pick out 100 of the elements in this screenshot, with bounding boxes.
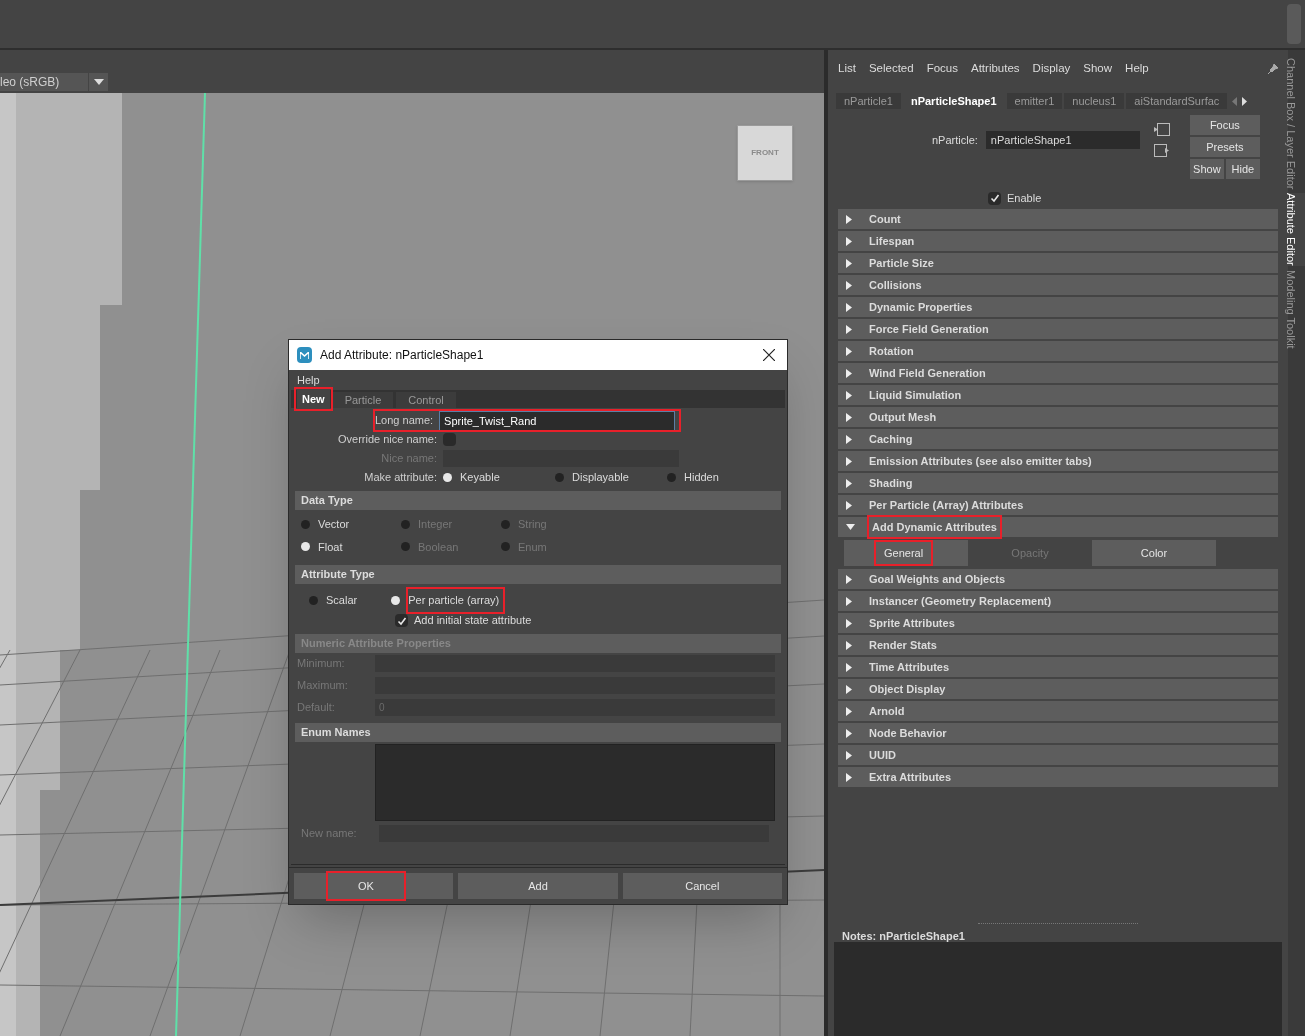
radio-button[interactable] bbox=[301, 542, 310, 552]
section-title: Instancer (Geometry Replacement) bbox=[868, 593, 1053, 609]
tab[interactable]: New bbox=[297, 390, 330, 408]
radio-button[interactable] bbox=[301, 519, 310, 529]
side-tab[interactable]: Attribute Editor bbox=[1288, 193, 1305, 267]
editor-button[interactable]: Show bbox=[1189, 159, 1224, 179]
section-header[interactable]: Caching bbox=[838, 429, 1278, 449]
section-title: Wind Field Generation bbox=[868, 365, 987, 381]
section-title: Liquid Simulation bbox=[868, 387, 963, 403]
field-label: Override nice name: bbox=[336, 432, 438, 448]
section-title: Collisions bbox=[868, 277, 923, 293]
section-header[interactable]: Force Field Generation bbox=[838, 319, 1278, 339]
radio-label: Vector bbox=[318, 517, 350, 532]
section-header[interactable]: Rotation bbox=[838, 341, 1278, 361]
section-header[interactable]: Count bbox=[838, 209, 1278, 229]
section-header[interactable]: Particle Size bbox=[838, 253, 1278, 273]
radio-button[interactable] bbox=[443, 473, 452, 482]
checkbox-label: Enable bbox=[1007, 190, 1042, 206]
section-title: Particle Size bbox=[868, 255, 935, 271]
section-title: Goal Weights and Objects bbox=[868, 571, 1007, 587]
section-header[interactable]: Object Display bbox=[838, 679, 1278, 699]
dialog-button[interactable]: Cancel bbox=[622, 873, 782, 899]
section-header[interactable]: Wind Field Generation bbox=[838, 363, 1278, 383]
radio-label: Keyable bbox=[460, 470, 500, 486]
section-header[interactable]: Render Stats bbox=[838, 635, 1278, 655]
menu-item[interactable]: Help bbox=[297, 371, 320, 389]
section-header[interactable]: Shading bbox=[838, 473, 1278, 493]
editor-button[interactable]: Focus bbox=[1189, 115, 1260, 135]
section-header[interactable]: Add Dynamic Attributes bbox=[838, 517, 1278, 537]
section-header[interactable]: Liquid Simulation bbox=[838, 385, 1278, 405]
menu-item[interactable]: Selected bbox=[868, 59, 914, 78]
menu-item[interactable]: Focus bbox=[926, 59, 958, 78]
section-title: Count bbox=[868, 211, 902, 227]
field-label: Make attribute: bbox=[363, 470, 438, 486]
section-header: Data Type bbox=[295, 491, 781, 510]
section-header[interactable]: Extra Attributes bbox=[838, 767, 1278, 787]
notes-field[interactable] bbox=[834, 942, 1282, 1036]
input-icon[interactable] bbox=[1153, 123, 1170, 136]
section-header[interactable]: Emission Attributes (see also emitter tabs) bbox=[838, 451, 1278, 471]
checkbox-label: Add initial state attribute bbox=[414, 613, 532, 629]
section-title: Arnold bbox=[868, 703, 906, 719]
section-header[interactable]: Output Mesh bbox=[838, 407, 1278, 427]
section-header[interactable]: Dynamic Properties bbox=[838, 297, 1278, 317]
section-header[interactable]: Arnold bbox=[838, 701, 1278, 721]
section-header: Attribute Type bbox=[295, 565, 781, 584]
section-title: Output Mesh bbox=[868, 409, 938, 425]
field-label: nParticle: bbox=[932, 132, 978, 148]
section-header[interactable]: Time Attributes bbox=[838, 657, 1278, 677]
editor-button[interactable]: Hide bbox=[1225, 159, 1260, 179]
tab[interactable]: Control bbox=[396, 392, 456, 408]
dialog-button[interactable]: OK bbox=[328, 873, 404, 899]
section-header[interactable]: Node Behavior bbox=[838, 723, 1278, 743]
section-title: UUID bbox=[868, 747, 897, 763]
menu-item[interactable]: Display bbox=[1032, 59, 1071, 78]
section-header[interactable]: UUID bbox=[838, 745, 1278, 765]
menu-item[interactable]: Help bbox=[1125, 59, 1149, 78]
long-name-field[interactable]: Sprite_Twist_Rand bbox=[439, 410, 676, 431]
radio-button[interactable] bbox=[309, 595, 318, 605]
notes-label: Notes: nParticleShape1 bbox=[841, 929, 966, 942]
section-title: Node Behavior bbox=[868, 725, 948, 741]
checkbox[interactable] bbox=[988, 191, 1001, 205]
radio-label: Scalar bbox=[326, 593, 359, 608]
section-header[interactable]: Lifespan bbox=[838, 231, 1278, 251]
scroll-right-icon[interactable] bbox=[1242, 97, 1248, 106]
menu-item[interactable]: Attributes bbox=[971, 59, 1020, 78]
tab[interactable]: Particle bbox=[332, 392, 394, 408]
section-title: Render Stats bbox=[868, 637, 938, 653]
checkbox[interactable] bbox=[443, 433, 456, 446]
pin-icon[interactable] bbox=[1268, 63, 1278, 74]
app-icon bbox=[297, 347, 312, 363]
node-name-field[interactable]: nParticleShape1 bbox=[985, 131, 1140, 149]
color-space-dropdown[interactable]: leo (sRGB) bbox=[0, 73, 108, 91]
section-title: Lifespan bbox=[868, 233, 916, 249]
section-title: Force Field Generation bbox=[868, 321, 990, 337]
section-header[interactable]: Sprite Attributes bbox=[838, 613, 1278, 633]
tab[interactable]: aiStandardSurfac bbox=[1126, 93, 1228, 109]
enum-names-list[interactable] bbox=[375, 743, 775, 821]
output-icon[interactable] bbox=[1153, 144, 1170, 157]
editor-button[interactable]: Presets bbox=[1189, 137, 1260, 157]
field-label: Long name: bbox=[375, 413, 435, 429]
section-header[interactable]: Collisions bbox=[838, 275, 1278, 295]
section-header[interactable]: Goal Weights and Objects bbox=[838, 569, 1278, 589]
radio-button[interactable] bbox=[391, 595, 401, 605]
dialog-button[interactable]: Add bbox=[458, 873, 618, 899]
section-title: Extra Attributes bbox=[868, 769, 953, 785]
radio-label: Hidden bbox=[684, 470, 719, 486]
view-cube[interactable]: FRONT bbox=[737, 125, 793, 181]
tab[interactable]: emitter1 bbox=[1006, 93, 1063, 109]
checkbox[interactable] bbox=[395, 614, 408, 627]
section-title: Caching bbox=[868, 431, 914, 447]
section-title: Emission Attributes (see also emitter tabs) bbox=[868, 453, 1093, 469]
menu-item[interactable]: List bbox=[838, 59, 856, 78]
radio-button[interactable] bbox=[667, 473, 676, 482]
section-header[interactable]: Instancer (Geometry Replacement) bbox=[838, 591, 1278, 611]
tab[interactable]: nParticle1 bbox=[836, 93, 901, 109]
section-title: Rotation bbox=[868, 343, 915, 359]
tab[interactable]: nucleus1 bbox=[1064, 93, 1125, 109]
section-header[interactable]: Per Particle (Array) Attributes bbox=[838, 495, 1278, 515]
menu-item[interactable]: Show bbox=[1083, 59, 1113, 78]
radio-button[interactable] bbox=[555, 473, 564, 482]
